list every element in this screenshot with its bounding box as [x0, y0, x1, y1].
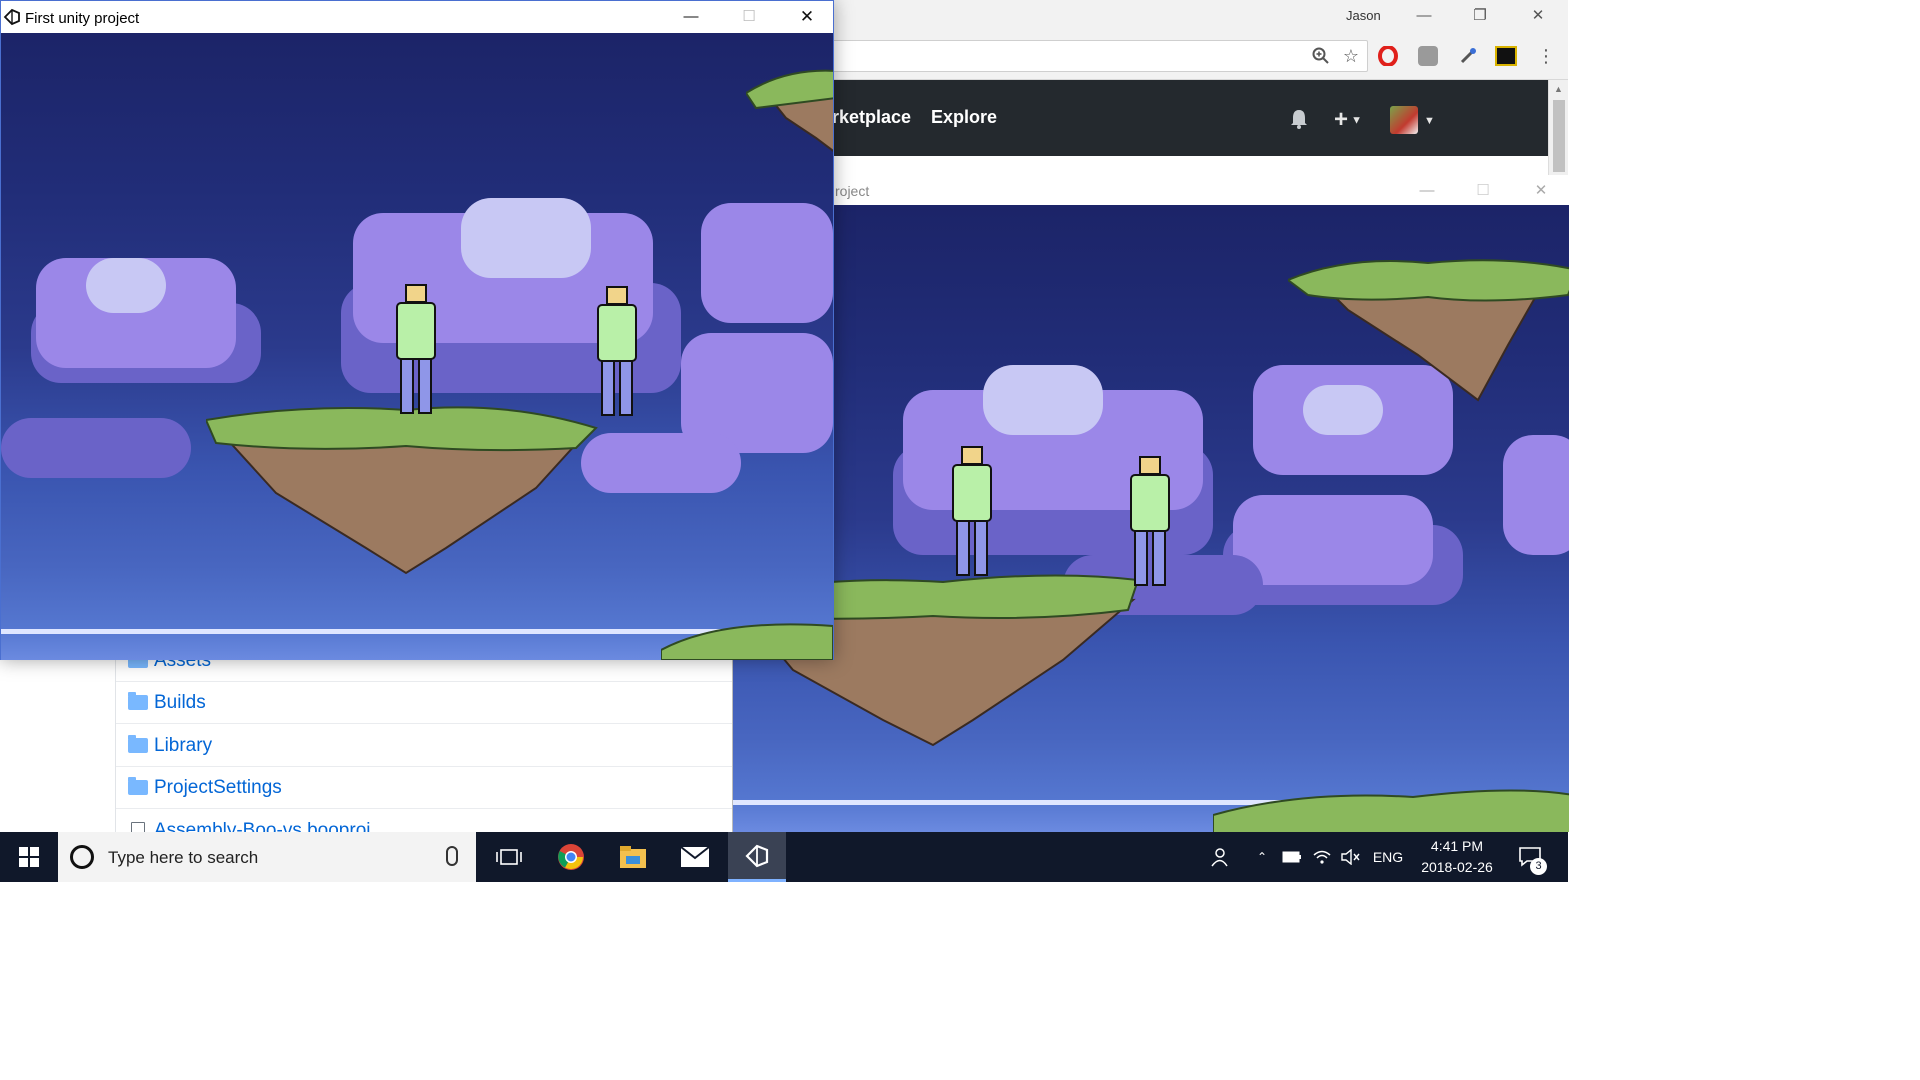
minimize-icon[interactable]: —: [1407, 179, 1447, 203]
minimize-icon[interactable]: —: [671, 5, 711, 29]
file-link[interactable]: ProjectSettings: [154, 777, 282, 799]
input-language[interactable]: ENG: [1368, 832, 1408, 882]
cloud: [983, 365, 1103, 435]
search-placeholder: Type here to search: [108, 848, 259, 867]
restore-icon[interactable]: ❐: [1460, 4, 1500, 28]
taskbar-chrome[interactable]: [542, 832, 600, 882]
action-center-button[interactable]: 3: [1510, 832, 1550, 882]
folder-icon: [620, 846, 646, 868]
people-icon[interactable]: [1204, 832, 1232, 882]
game-window-title-bar[interactable]: First unity project — ☐ ✕: [1, 1, 833, 33]
taskbar: Type here to search ⌃ ENG 4:41 PM 2018-0…: [0, 832, 1568, 882]
close-icon[interactable]: ✕: [1518, 4, 1558, 28]
chrome-icon: [558, 844, 584, 870]
game-window-title-bar: roject — ☐ ✕: [733, 175, 1569, 205]
player-character: [952, 446, 992, 576]
scrollbar-thumb[interactable]: [1553, 100, 1565, 172]
window-title: roject: [835, 183, 870, 199]
task-view-button[interactable]: [480, 832, 538, 882]
taskbar-unity[interactable]: [728, 832, 786, 882]
game-window-secondary: roject — ☐ ✕: [732, 175, 1569, 832]
clock[interactable]: 4:41 PM 2018-02-26: [1412, 836, 1502, 878]
clock-time: 4:41 PM: [1430, 838, 1484, 854]
unity-icon: [745, 844, 769, 867]
game-window-main: First unity project — ☐ ✕: [0, 0, 834, 660]
unity-logo-icon: [3, 8, 21, 31]
extension-icon[interactable]: [1414, 42, 1442, 70]
file-link[interactable]: Builds: [154, 692, 206, 714]
battery-icon[interactable]: [1280, 832, 1304, 882]
window-title: First unity project: [25, 10, 140, 27]
cloud: [1, 418, 191, 478]
notification-count-badge: 3: [1530, 858, 1547, 875]
cloud: [461, 198, 591, 278]
file-row-builds[interactable]: Builds: [116, 682, 733, 724]
folder-icon: [128, 777, 148, 795]
game-viewport: [1, 33, 833, 660]
taskbar-search[interactable]: Type here to search: [58, 832, 476, 882]
player-character: [597, 286, 637, 416]
microphone-icon[interactable]: [446, 846, 458, 866]
taskbar-mail[interactable]: [666, 832, 724, 882]
task-view-icon: [496, 849, 522, 865]
mail-icon: [680, 846, 710, 867]
nav-explore[interactable]: Explore: [931, 107, 997, 128]
floating-island: [206, 406, 598, 575]
avatar[interactable]: [1390, 106, 1418, 134]
file-row-library[interactable]: Library: [116, 725, 733, 767]
opera-extension-icon[interactable]: [1374, 42, 1402, 70]
file-link[interactable]: Library: [154, 735, 212, 757]
start-button[interactable]: [0, 832, 58, 882]
maximize-icon[interactable]: ☐: [1463, 179, 1503, 203]
close-icon[interactable]: ✕: [1521, 179, 1561, 203]
taskbar-file-explorer[interactable]: [604, 832, 662, 882]
bookmark-star-icon[interactable]: ☆: [1337, 42, 1365, 70]
chrome-menu-icon[interactable]: ⋮: [1532, 42, 1560, 70]
avatar-dropdown-icon[interactable]: ▼: [1424, 115, 1435, 127]
maximize-icon[interactable]: ☐: [729, 5, 769, 29]
scroll-up-icon[interactable]: ▲: [1554, 84, 1563, 94]
new-plus-icon[interactable]: + ▼: [1334, 106, 1362, 134]
close-icon[interactable]: ✕: [787, 5, 827, 29]
floating-island: [1213, 789, 1569, 832]
cloud: [1503, 435, 1569, 555]
wifi-icon[interactable]: [1310, 832, 1334, 882]
repo-file-list: Assets Builds Library ProjectSettings As…: [115, 640, 733, 852]
player-character: [1130, 456, 1170, 586]
minimize-icon[interactable]: —: [1404, 4, 1444, 28]
cloud: [581, 433, 741, 493]
cloud: [1233, 495, 1433, 585]
address-bar[interactable]: ☆: [820, 40, 1368, 72]
volume-muted-icon[interactable]: [1338, 832, 1362, 882]
folder-icon: [128, 692, 148, 710]
clock-date: 2018-02-26: [1421, 859, 1493, 875]
www-extension-icon[interactable]: [1492, 42, 1520, 70]
eyedropper-extension-icon[interactable]: [1454, 42, 1482, 70]
game-viewport: [733, 205, 1569, 832]
zoom-icon[interactable]: [1307, 42, 1335, 70]
file-row-projectsettings[interactable]: ProjectSettings: [116, 767, 733, 809]
cloud: [86, 258, 166, 313]
profile-name[interactable]: Jason: [1346, 8, 1381, 23]
nav-marketplace[interactable]: rketplace: [832, 107, 911, 128]
windows-logo-icon: [19, 847, 39, 867]
cortana-icon[interactable]: [70, 845, 94, 869]
floating-island: [661, 623, 833, 660]
floating-island: [1288, 259, 1569, 402]
player-character: [396, 284, 436, 414]
show-hidden-icons-chevron-icon[interactable]: ⌃: [1250, 832, 1274, 882]
cloud: [701, 203, 833, 323]
floating-island: [746, 69, 833, 152]
folder-icon: [128, 735, 148, 753]
bell-icon[interactable]: [1288, 108, 1310, 135]
